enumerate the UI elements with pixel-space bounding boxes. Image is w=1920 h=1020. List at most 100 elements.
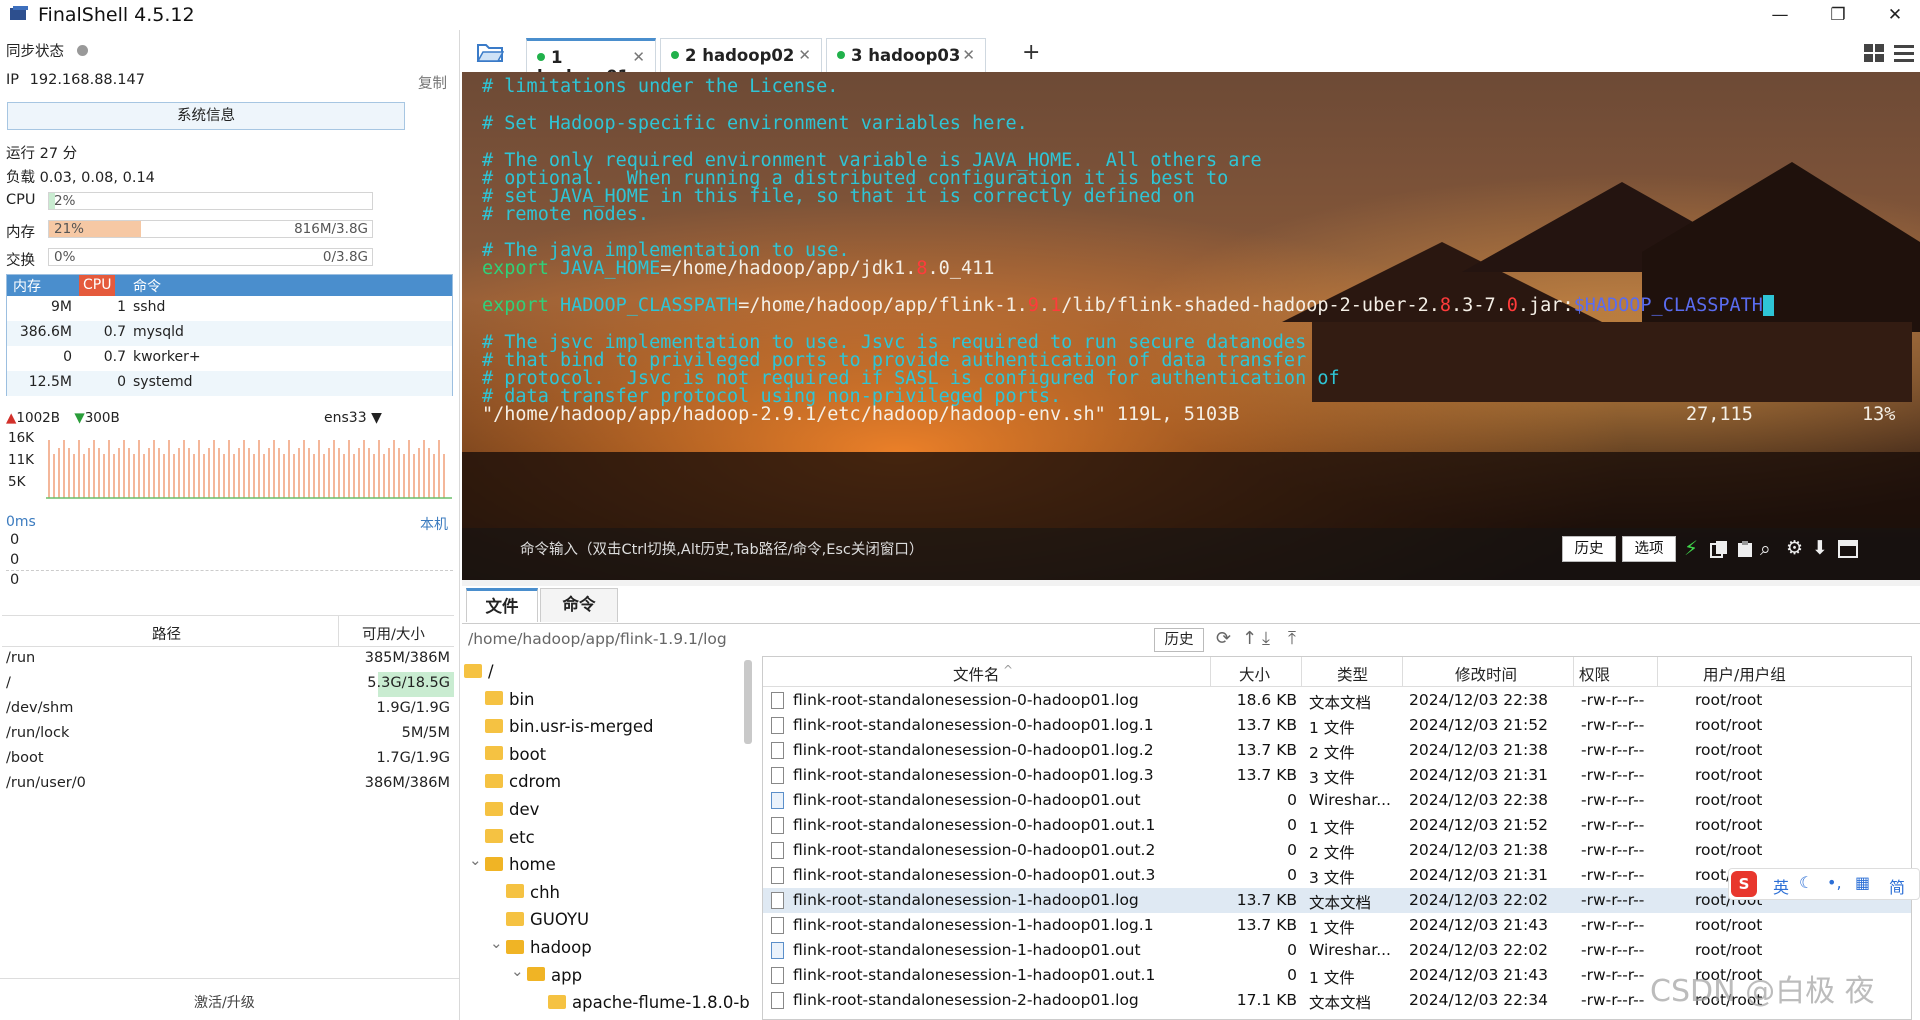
disk-header-path[interactable]: 路径 — [152, 623, 181, 644]
process-row[interactable]: 386.6M 0.7 mysqld — [7, 321, 452, 346]
header-owner[interactable]: 用户/用户组 — [1703, 663, 1786, 685]
chevron-down-icon[interactable]: ⌄ — [490, 934, 503, 952]
tab-commands[interactable]: 命令 — [540, 588, 618, 622]
tree-item[interactable]: apache-flume-1.8.0-b — [548, 993, 750, 1012]
net-bar — [208, 448, 210, 498]
file-row[interactable]: flink-root-standalonesession-0-hadoop01.… — [763, 738, 1911, 763]
tree-item[interactable]: dev — [485, 800, 539, 819]
disk-row[interactable]: /dev/shm 1.9G/1.9G — [2, 697, 454, 722]
file-row[interactable]: flink-root-standalonesession-1-hadoop01.… — [763, 913, 1911, 938]
net-bar — [398, 448, 400, 498]
lightning-icon[interactable]: ⚡ — [1684, 536, 1698, 560]
process-row[interactable]: 0 0.7 kworker+ — [7, 346, 452, 371]
tab-hadoop01[interactable]: 1 hadoop01✕ — [526, 38, 656, 86]
disk-row[interactable]: /run/user/0 386M/386M — [2, 772, 454, 797]
close-tab-icon[interactable]: ✕ — [962, 46, 975, 64]
moon-icon[interactable]: ☾ — [1799, 873, 1813, 892]
file-owner: root/root — [1695, 941, 1763, 959]
folder-open-icon[interactable] — [476, 41, 505, 67]
tree-item[interactable]: bin.usr-is-merged — [485, 717, 653, 736]
keyboard-icon[interactable]: ▦ — [1855, 873, 1870, 892]
sysinfo-button[interactable]: 系统信息 — [7, 102, 405, 130]
file-row[interactable]: flink-root-standalonesession-0-hadoop01.… — [763, 713, 1911, 738]
tab-files[interactable]: 文件 — [466, 588, 538, 622]
session-tabs: 1 hadoop01✕ 2 hadoop02✕ 3 hadoop03✕ + — [462, 36, 1920, 86]
process-row[interactable]: 12.5M 0 systemd — [7, 371, 452, 396]
file-row[interactable]: flink-root-standalonesession-0-hadoop01.… — [763, 763, 1911, 788]
cmd-options-button[interactable]: 选项 — [1622, 536, 1676, 562]
copy-icon[interactable] — [1710, 540, 1728, 562]
file-row[interactable]: flink-root-standalonesession-0-hadoop01.… — [763, 788, 1911, 813]
search-icon[interactable]: ⌕ — [1760, 538, 1771, 560]
header-modified[interactable]: 修改时间 — [1455, 663, 1517, 685]
minimize-icon[interactable]: — — [1760, 2, 1800, 28]
disk-row[interactable]: /boot 1.7G/1.9G — [2, 747, 454, 772]
file-row[interactable]: flink-root-standalonesession-0-hadoop01.… — [763, 688, 1911, 713]
chevron-down-icon[interactable]: ⌄ — [469, 851, 482, 869]
header-permission[interactable]: 权限 — [1579, 663, 1610, 685]
file-size: 13.7 KB — [1236, 741, 1297, 759]
ime-layout[interactable]: 简 — [1889, 874, 1905, 898]
tree-scrollbar[interactable] — [744, 660, 752, 744]
proc-header-cmd[interactable]: 命令 — [133, 276, 161, 296]
download-file-icon[interactable]: ⤓ — [1262, 628, 1270, 649]
close-icon[interactable]: ✕ — [1875, 2, 1915, 28]
tree-item[interactable]: boot — [485, 745, 546, 764]
close-tab-icon[interactable]: ✕ — [798, 46, 811, 64]
grid-view-icon[interactable] — [1864, 44, 1884, 66]
proc-header-cpu[interactable]: CPU — [79, 275, 116, 296]
window-icon[interactable] — [1838, 540, 1858, 562]
command-input-bar[interactable]: 命令输入（双击Ctrl切换,Alt历史,Tab路径/命令,Esc关闭窗口） — [462, 528, 1920, 580]
activate-link[interactable]: 激活/升级 — [194, 992, 255, 1012]
add-tab-icon[interactable]: + — [1022, 40, 1040, 65]
chevron-down-icon[interactable]: ⌄ — [511, 962, 524, 980]
tab-label: 3 hadoop03 — [851, 46, 961, 65]
ime-toolbar[interactable]: S 英 ☾ •, ▦ 简 — [1728, 868, 1920, 900]
punct-icon[interactable]: •, — [1827, 873, 1842, 892]
tree-item[interactable]: ⌄ app — [511, 962, 582, 985]
tree-item[interactable]: GUOYU — [506, 910, 589, 929]
file-row[interactable]: flink-root-standalonesession-0-hadoop01.… — [763, 813, 1911, 838]
up-dir-icon[interactable]: ↑ — [1242, 628, 1257, 649]
tree-item[interactable]: etc — [485, 828, 535, 847]
current-path[interactable]: /home/hadoop/app/flink-1.9.1/log — [468, 630, 727, 648]
tree-item[interactable]: / — [464, 662, 494, 681]
header-type[interactable]: 类型 — [1337, 663, 1368, 685]
tree-item[interactable]: ⌄ home — [469, 851, 556, 874]
disk-row[interactable]: /run/lock 5M/5M — [2, 722, 454, 747]
maximize-icon[interactable]: ❐ — [1818, 2, 1858, 28]
file-owner: root/root — [1695, 691, 1763, 709]
file-row[interactable]: flink-root-standalonesession-0-hadoop01.… — [763, 838, 1911, 863]
paste-icon[interactable] — [1736, 540, 1754, 562]
disk-row[interactable]: /run 385M/386M — [2, 647, 454, 672]
tree-item[interactable]: chh — [506, 883, 560, 902]
path-history-button[interactable]: 历史 — [1154, 628, 1204, 652]
tree-item[interactable]: cdrom — [485, 772, 561, 791]
header-size[interactable]: 大小 — [1239, 663, 1270, 685]
cmd-history-button[interactable]: 历史 — [1562, 536, 1616, 562]
tab-hadoop03[interactable]: 3 hadoop03 ✕ — [826, 38, 986, 72]
process-row[interactable]: 9M 1 sshd — [7, 296, 452, 321]
copy-ip-button[interactable]: 复制 — [418, 72, 447, 93]
gear-icon[interactable]: ⚙ — [1786, 537, 1803, 559]
tree-item[interactable]: bin — [485, 690, 535, 709]
terminal[interactable]: # limitations under the License. # Set H… — [462, 72, 1920, 580]
iface-select[interactable]: ens33 ▼ — [324, 410, 382, 426]
menu-icon[interactable] — [1894, 44, 1914, 66]
tab-hadoop02[interactable]: 2 hadoop02 ✕ — [660, 38, 822, 72]
header-filename[interactable]: 文件名 — [953, 663, 1000, 685]
net-bar — [118, 448, 120, 498]
proc-header-mem[interactable]: 内存 — [13, 276, 41, 296]
refresh-icon[interactable]: ⟳ — [1216, 628, 1231, 649]
file-size: 0 — [1287, 816, 1297, 834]
disk-row[interactable]: / 5.3G/18.5G — [2, 672, 454, 697]
disk-header-size[interactable]: 可用/大小 — [362, 623, 425, 644]
file-row[interactable]: flink-root-standalonesession-1-hadoop01.… — [763, 938, 1911, 963]
tree-item[interactable]: ⌄ hadoop — [490, 934, 592, 957]
ime-mode[interactable]: 英 — [1773, 874, 1789, 898]
download-icon[interactable]: ⬇ — [1812, 537, 1828, 559]
close-tab-icon[interactable]: ✕ — [632, 48, 645, 66]
upload-file-icon[interactable]: ⤒ — [1288, 628, 1296, 649]
col-divider — [1573, 657, 1574, 687]
file-type: Wireshar... — [1309, 791, 1391, 809]
